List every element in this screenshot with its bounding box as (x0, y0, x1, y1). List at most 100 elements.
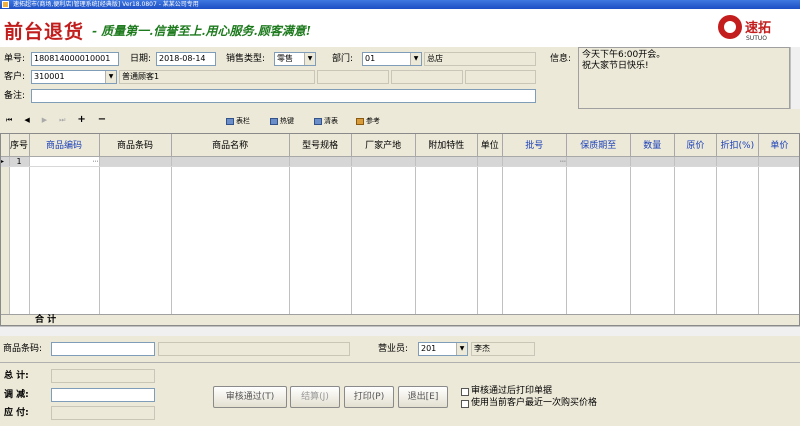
print-button[interactable]: 打印(P) (344, 386, 394, 408)
clerk-label: 营业员: (378, 344, 409, 354)
chevron-down-icon[interactable]: ▼ (410, 53, 421, 65)
nav-first-button[interactable]: ⏮ (6, 114, 12, 126)
barcode-cell[interactable] (99, 156, 172, 167)
row-number: 1 (9, 156, 30, 167)
orig-price-cell[interactable] (674, 156, 717, 167)
batch-cell[interactable]: ⋯ (502, 156, 567, 167)
dept-select[interactable]: 01 ▼ (362, 52, 422, 66)
expiry-cell[interactable] (566, 156, 631, 167)
customer-extra-field-3 (465, 70, 536, 84)
col-header-barcode[interactable]: 商品条码 (99, 134, 172, 157)
nav-group: ⏮ ◀ ▶ ⏭ + − (6, 114, 106, 126)
approve-button[interactable]: 审核通过(T) (213, 386, 287, 408)
exit-button[interactable]: 退出[E] (398, 386, 448, 408)
barcode-label: 商品条码: (3, 344, 43, 354)
info-scrollbar[interactable] (790, 47, 800, 109)
date-field[interactable]: 2018-08-14 (156, 52, 216, 66)
nav-next-button[interactable]: ▶ (42, 114, 47, 126)
banner: 前台退货 - 质量第一.信誉至上.用心服务.顾客满意! 速拓 SUTUO (0, 9, 800, 47)
title-bar: 速拓超市(商场,便利店)管理系统[经典版] Ver18.0807 - 某某公司专… (0, 0, 800, 9)
customer-extra-field-1 (317, 70, 389, 84)
adjust-field[interactable] (51, 388, 155, 402)
banner-title: 前台退货 (4, 21, 85, 43)
dept-label: 部门: (332, 54, 354, 64)
info-line-2: 祝大家节日快乐! (582, 61, 649, 71)
nav-last-button[interactable]: ⏭ (59, 114, 65, 126)
barcode-input[interactable] (51, 342, 155, 356)
settle-button[interactable]: 结算(J) (290, 386, 340, 408)
col-header-no[interactable]: 序号 (9, 134, 30, 157)
remark-label: 备注: (4, 91, 26, 101)
logo-text: 速拓 (745, 21, 772, 36)
info-label: 信息: (550, 54, 572, 64)
print-after-approve-label: 审核通过后打印单据 (471, 386, 553, 396)
nav-prev-button[interactable]: ◀ (24, 114, 29, 126)
price-cell[interactable] (758, 156, 799, 167)
code-cell[interactable]: ⋯ (29, 156, 100, 167)
info-line-1: 今天下午6:00开会。 (582, 50, 666, 60)
adjust-label: 调 减: (4, 390, 29, 400)
col-header-orig-price[interactable]: 原价 (674, 134, 717, 157)
col-header-feature[interactable]: 附加特性 (415, 134, 478, 157)
sale-type-value: 零售 (277, 54, 293, 63)
app-icon (2, 1, 9, 8)
clear-label: 清表 (324, 117, 338, 125)
clerk-select[interactable]: 201 ▼ (418, 342, 468, 356)
use-last-price-checkbox[interactable]: 使用当前客户最近一次购买价格 (461, 398, 597, 409)
add-row-button[interactable]: + (77, 114, 85, 126)
table-icon (226, 117, 234, 125)
total-label: 总 计: (4, 371, 29, 381)
banner-slogan: - 质量第一.信誉至上.用心服务.顾客满意! (92, 24, 311, 38)
clerk-name-field: 李杰 (471, 342, 535, 356)
remove-row-button[interactable]: − (98, 114, 106, 126)
feature-cell[interactable] (415, 156, 478, 167)
order-no-field[interactable]: 180814000010001 (31, 52, 119, 66)
empty-rows (1, 166, 799, 325)
date-label: 日期: (130, 54, 152, 64)
horizontal-scrollbar[interactable] (0, 326, 800, 336)
customer-code: 310001 (34, 72, 65, 81)
customer-select[interactable]: 310001 ▼ (31, 70, 117, 84)
chevron-down-icon[interactable]: ▼ (105, 71, 116, 83)
discount-cell[interactable] (716, 156, 759, 167)
chevron-down-icon[interactable]: ▼ (456, 343, 467, 355)
dept-name-field: 总店 (424, 52, 536, 66)
col-header-model[interactable]: 型号规格 (289, 134, 352, 157)
col-header-qty[interactable]: 数量 (630, 134, 675, 157)
row-indicator-icon: ▸ (1, 156, 10, 167)
col-header-batch[interactable]: 批号 (502, 134, 567, 157)
name-cell[interactable] (171, 156, 290, 167)
unit-cell[interactable] (477, 156, 503, 167)
company-logo-icon (718, 15, 742, 39)
print-after-approve-checkbox[interactable]: 审核通过后打印单据 (461, 386, 552, 397)
reference-button[interactable]: 参考 (356, 113, 380, 129)
clear-table-button[interactable]: 清表 (314, 113, 338, 129)
col-header-origin[interactable]: 厂家产地 (351, 134, 416, 157)
sale-type-label: 销售类型: (226, 54, 266, 64)
columns-button[interactable]: 表栏 (226, 113, 250, 129)
origin-cell[interactable] (351, 156, 416, 167)
table-row[interactable]: ▸ 1 ⋯ ⋯ (1, 156, 799, 167)
clear-icon (314, 117, 322, 125)
info-box[interactable]: 今天下午6:00开会。 祝大家节日快乐! (578, 47, 790, 109)
remark-field[interactable] (31, 89, 536, 103)
col-header-discount[interactable]: 折扣(%) (716, 134, 759, 157)
sum-label: 合 计 (35, 315, 57, 325)
qty-cell[interactable] (630, 156, 675, 167)
sale-type-select[interactable]: 零售 ▼ (274, 52, 316, 66)
item-grid[interactable]: 序号 商品编码 商品条码 商品名称 型号规格 厂家产地 附加特性 单位 批号 保… (0, 133, 800, 326)
keyboard-icon (270, 117, 278, 125)
hotkey-button[interactable]: 热键 (270, 113, 294, 129)
col-header-name[interactable]: 商品名称 (171, 134, 290, 157)
columns-label: 表栏 (236, 117, 250, 125)
model-cell[interactable] (289, 156, 352, 167)
chevron-down-icon[interactable]: ▼ (304, 53, 315, 65)
barcode-info-field (158, 342, 350, 356)
col-header-expiry[interactable]: 保质期至 (566, 134, 631, 157)
use-last-price-label: 使用当前客户最近一次购买价格 (471, 398, 598, 408)
col-header-code[interactable]: 商品编码 (29, 134, 100, 157)
col-header-unit[interactable]: 单位 (477, 134, 503, 157)
col-header-price[interactable]: 单价 (758, 134, 799, 157)
due-field (51, 406, 155, 420)
grid-corner (1, 134, 10, 157)
